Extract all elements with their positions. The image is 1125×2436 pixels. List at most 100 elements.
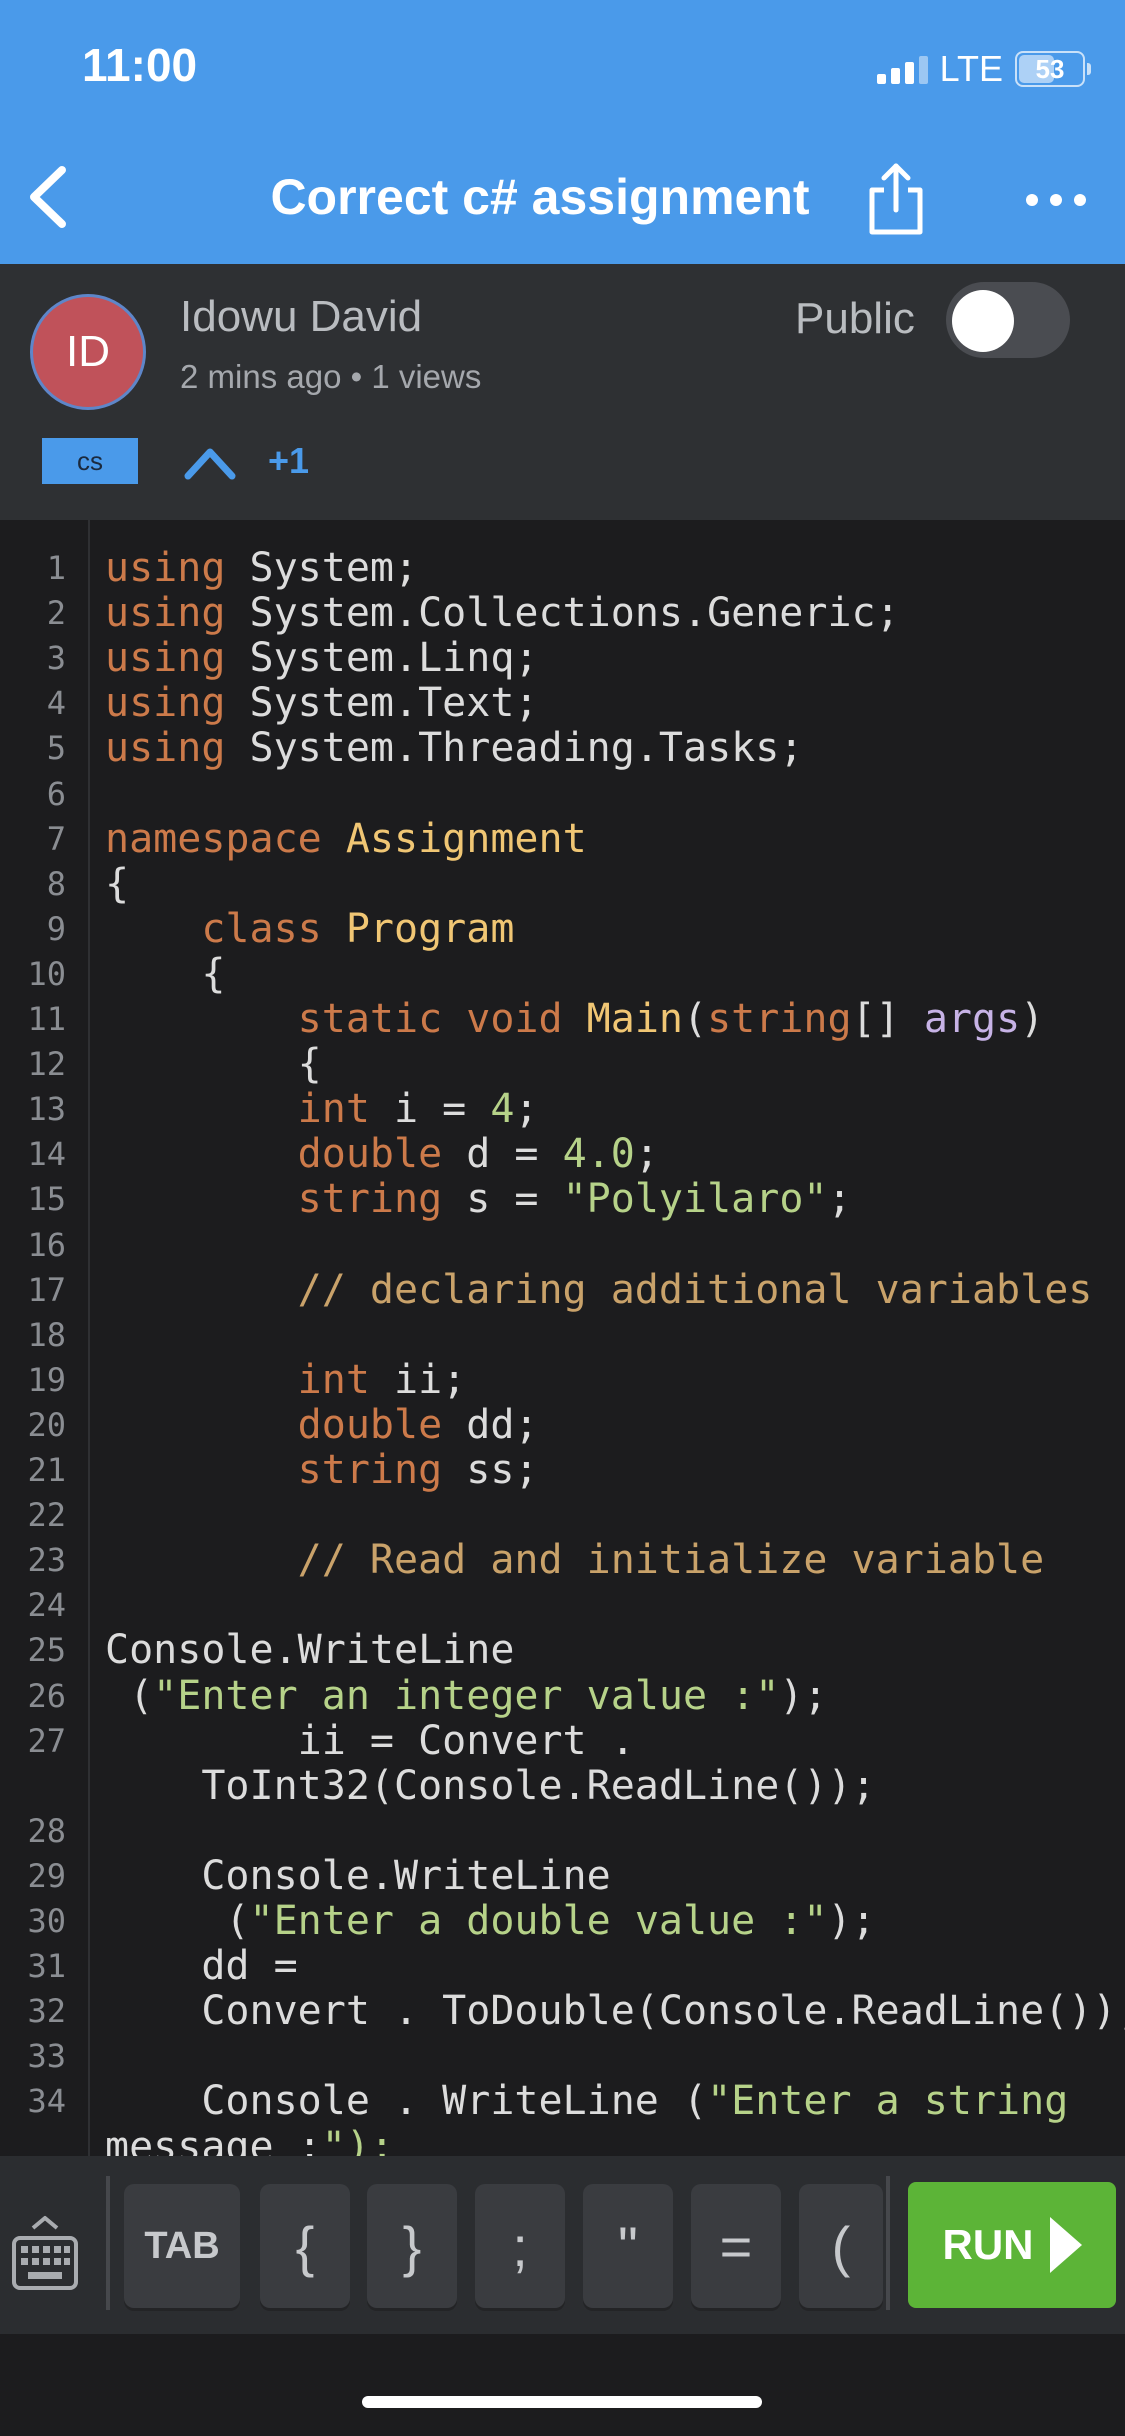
code-text: string ss;: [297, 1447, 539, 1493]
code-text: Convert . ToDouble(Console.ReadLine());: [105, 1988, 1125, 2035]
code-text: namespace Assignment: [105, 815, 587, 862]
line-number: 9: [46, 909, 66, 948]
more-button[interactable]: [1016, 180, 1096, 220]
semicolon-key[interactable]: ;: [475, 2184, 565, 2308]
more-icon: [1026, 194, 1086, 206]
chevron-up-icon: [184, 448, 236, 480]
code-text: using System.Collections.Generic;: [105, 590, 900, 637]
line-number: 28: [27, 1811, 66, 1850]
line-number: 13: [27, 1090, 66, 1129]
line-number: 1: [46, 549, 66, 587]
code-text: Console.WriteLine: [105, 1852, 611, 1899]
back-button[interactable]: [22, 162, 78, 232]
code-text: // declaring additional variables: [297, 1266, 1093, 1313]
line-number: 22: [27, 1496, 66, 1535]
line-number: 25: [27, 1631, 66, 1670]
share-icon: [869, 163, 923, 235]
home-indicator[interactable]: [362, 2396, 762, 2408]
status-time: 11:00: [82, 39, 198, 91]
equals-key[interactable]: =: [691, 2184, 781, 2308]
open-paren-key[interactable]: (: [799, 2184, 883, 2308]
network-label: LTE: [939, 48, 1003, 89]
close-brace-key[interactable]: }: [367, 2184, 457, 2308]
page-title: Correct c# assignment: [270, 169, 810, 225]
line-number: 34: [27, 2082, 66, 2121]
open-brace-key[interactable]: {: [260, 2184, 350, 2308]
play-icon: [1049, 2217, 1082, 2273]
code-toolbar: TAB { } ; " = ( RUN: [0, 2156, 1125, 2334]
post-meta: 2 mins ago • 1 views: [180, 358, 482, 395]
code-text: int ii;: [297, 1356, 467, 1403]
line-number: 27: [27, 1721, 66, 1760]
keyboard-icon: [12, 2216, 78, 2290]
public-label: Public: [795, 294, 915, 343]
line-number: 23: [27, 1541, 66, 1580]
line-number: 5: [46, 729, 66, 768]
line-number: 2: [46, 594, 66, 633]
code-editor[interactable]: 1 using System; 2 using System.Collections.…: [0, 520, 1125, 2156]
code-text: class Program: [201, 905, 515, 952]
battery-icon: 53: [1015, 51, 1091, 87]
avatar[interactable]: ID: [30, 294, 146, 410]
run-label: RUN: [942, 2221, 1034, 2268]
line-number: 24: [27, 1586, 66, 1625]
code-text: using System.Text;: [105, 680, 539, 727]
line-number: 16: [27, 1225, 66, 1264]
code-text: ("Enter a double value :");: [105, 1898, 876, 1944]
line-number: 11: [27, 1000, 66, 1038]
code-text: ToInt32(Console.ReadLine());: [105, 1762, 876, 1809]
line-number: 7: [46, 819, 66, 858]
line-number: 29: [27, 1856, 66, 1895]
line-number: 21: [27, 1451, 66, 1489]
toggle-knob: [952, 290, 1014, 352]
language-badge: cs: [42, 438, 138, 484]
run-button[interactable]: RUN: [908, 2182, 1116, 2308]
code-text: Console.WriteLine: [105, 1627, 515, 1674]
code-text: int i = 4;: [297, 1086, 539, 1133]
code-text: using System;: [105, 545, 419, 591]
line-number: 19: [27, 1360, 66, 1399]
line-number: 30: [27, 1902, 66, 1940]
line-number: 3: [46, 639, 66, 678]
line-number: 4: [46, 684, 66, 723]
battery-level: 53: [1035, 53, 1065, 84]
gutter-divider: [88, 520, 90, 2156]
code-text: {: [105, 950, 226, 997]
tab-key[interactable]: TAB: [124, 2184, 240, 2308]
code-text: static void Main(string[] args): [297, 996, 1045, 1042]
code-text: using System.Threading.Tasks;: [105, 725, 804, 772]
chevron-left-icon: [30, 166, 66, 228]
code-text: dd =: [105, 1943, 298, 1990]
line-number: 8: [46, 864, 66, 903]
code-text: Console . WriteLine ("Enter a string: [105, 2078, 1069, 2125]
code-text: message :");: [105, 2123, 394, 2156]
upvote-button[interactable]: [182, 442, 238, 482]
code-text: double dd;: [297, 1401, 539, 1448]
home-indicator-area: [0, 2334, 1125, 2436]
status-icons: LTE 53: [876, 48, 1091, 90]
line-number: 32: [27, 1992, 66, 2031]
top-bar: 11:00 LTE 53 Correct c# assignment: [0, 0, 1125, 264]
code-text: {: [105, 1041, 322, 1088]
toolbar-divider: [886, 2176, 890, 2310]
line-number: 31: [27, 1947, 66, 1986]
line-number: 17: [27, 1270, 66, 1309]
line-number: 10: [27, 954, 66, 993]
line-number: 33: [27, 2037, 66, 2076]
share-button[interactable]: [864, 162, 928, 238]
signal-icon: [876, 54, 928, 84]
code-text: ii = Convert .: [105, 1717, 635, 1764]
author-name[interactable]: Idowu David: [180, 292, 422, 342]
code-text: string s = "Polyilaro";: [297, 1176, 852, 1223]
toolbar-divider: [106, 2176, 110, 2310]
code-text: using System.Linq;: [105, 635, 539, 682]
quote-key[interactable]: ": [583, 2184, 673, 2308]
code-text: ("Enter an integer value :");: [105, 1672, 828, 1719]
public-toggle[interactable]: [946, 282, 1070, 358]
line-number: 12: [27, 1045, 66, 1084]
keyboard-toggle-button[interactable]: [10, 2212, 80, 2296]
post-header: ID Idowu David 2 mins ago • 1 views Publ…: [0, 264, 1125, 520]
line-number: 20: [27, 1405, 66, 1444]
code-text: {: [105, 860, 130, 907]
line-number: 18: [27, 1315, 66, 1354]
